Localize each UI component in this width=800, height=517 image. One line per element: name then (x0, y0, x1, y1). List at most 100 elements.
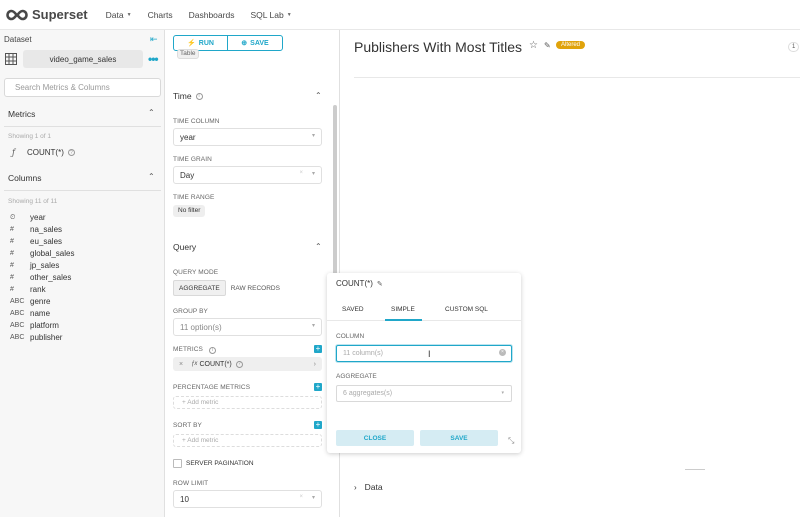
columns-section-title[interactable]: Columns (8, 173, 42, 183)
popover-tabs: SAVED SIMPLE CUSTOM SQL (327, 299, 521, 321)
divider (4, 190, 161, 191)
collapse-panel-icon[interactable]: ⇤ (150, 34, 158, 45)
edit-icon[interactable]: ✎ (544, 41, 551, 50)
add-percentage-metric-plus-icon[interactable]: + (314, 383, 322, 391)
nav-sqllab-menu[interactable]: SQL Lab ▼ (250, 10, 291, 20)
column-name: genre (30, 297, 51, 306)
column-item-na-sales[interactable]: # na_sales (10, 225, 62, 234)
pencil-icon[interactable]: ✎ (377, 280, 383, 288)
time-column-select[interactable]: year ▾ (173, 128, 322, 146)
column-name: rank (30, 285, 46, 294)
row-limit-select[interactable]: 10 × ▾ (173, 490, 322, 508)
nav-charts[interactable]: Charts (148, 10, 173, 20)
altered-status-badge[interactable]: Altered (556, 41, 586, 49)
nav-dashboards-label: Dashboards (188, 9, 235, 20)
star-icon[interactable]: ☆ (529, 40, 538, 51)
add-metric-placeholder: Add metric (187, 437, 219, 444)
data-panel-toggle[interactable]: › Data (354, 482, 383, 492)
column-name: jp_sales (30, 261, 60, 270)
add-sort-plus-icon[interactable]: + (314, 421, 322, 429)
column-item-other-sales[interactable]: # other_sales (10, 273, 71, 282)
aggregate-select[interactable]: 6 aggregates(s) ▾ (336, 385, 512, 402)
tab-saved[interactable]: SAVED (342, 306, 364, 313)
column-select[interactable]: 11 column(s) × (336, 345, 512, 362)
tab-simple[interactable]: SIMPLE (391, 306, 415, 313)
clock-icon: ⏲ (10, 213, 16, 221)
chevron-up-icon[interactable]: ⌃ (315, 91, 322, 100)
panel-resize-handle[interactable] (685, 469, 705, 471)
run-button[interactable]: ⚡ RUN (174, 36, 228, 50)
viz-type-tag[interactable]: Table (177, 49, 199, 59)
group-by-select[interactable]: 11 option(s) ▾ (173, 318, 322, 336)
time-column-value: year (180, 133, 196, 142)
clear-icon[interactable]: × (299, 170, 303, 176)
server-pagination-row[interactable]: SERVER PAGINATION (173, 459, 254, 468)
metrics-section-title[interactable]: Metrics (8, 109, 35, 119)
aggregate-mode-button[interactable]: AGGREGATE (173, 280, 226, 296)
column-label: COLUMN (336, 333, 365, 340)
clear-icon[interactable]: × (299, 494, 303, 500)
group-by-placeholder: 11 option(s) (180, 323, 222, 332)
chevron-up-icon[interactable]: ⌃ (315, 242, 322, 251)
column-item-year[interactable]: ⏲ year (10, 213, 46, 222)
header-divider (354, 77, 800, 78)
add-metric-plus-icon[interactable]: + (314, 345, 322, 353)
string-type-icon: ABC (10, 322, 25, 329)
chevron-up-icon[interactable]: ⌃ (148, 172, 155, 181)
group-by-label: GROUP BY (173, 308, 208, 315)
column-item-platform[interactable]: ABC platform (10, 321, 59, 330)
sort-by-drop-zone[interactable]: + Add metric (173, 434, 322, 447)
top-navbar: Superset Data ▼ Charts Dashboards SQL La… (0, 0, 800, 30)
divider (4, 126, 161, 127)
column-item-eu-sales[interactable]: # eu_sales (10, 237, 62, 246)
row-count-badge: 1 (788, 42, 800, 52)
column-name: na_sales (30, 225, 63, 234)
table-grid-icon (5, 53, 17, 65)
numeric-type-icon: # (10, 286, 14, 293)
query-section-header[interactable]: Query (173, 242, 196, 252)
numeric-type-icon: # (10, 250, 14, 257)
time-column-label: TIME COLUMN (173, 118, 220, 125)
numeric-type-icon: # (10, 226, 14, 233)
save-button[interactable]: ⊕ SAVE (228, 36, 282, 50)
question-circle-icon[interactable]: ? (67, 149, 75, 156)
superset-logo[interactable]: Superset (6, 7, 88, 22)
time-range-tag[interactable]: No filter (173, 205, 206, 217)
popover-title[interactable]: COUNT(*) ✎ (336, 279, 383, 288)
time-section-header[interactable]: Time i (173, 91, 203, 101)
resize-icon[interactable]: ⤡ (508, 436, 514, 446)
superset-logo-icon (6, 9, 28, 20)
time-range-label: TIME RANGE (173, 194, 215, 201)
control-panel-scrollbar[interactable] (333, 105, 337, 300)
server-pagination-checkbox[interactable] (173, 459, 182, 468)
popover-save-button[interactable]: SAVE (420, 430, 498, 446)
numeric-type-icon: # (10, 274, 14, 281)
time-grain-select[interactable]: Day × ▾ (173, 166, 322, 184)
nav-dashboards[interactable]: Dashboards (189, 10, 235, 20)
data-panel-label: Data (364, 482, 383, 492)
close-button[interactable]: CLOSE (336, 430, 414, 446)
column-item-jp-sales[interactable]: # jp_sales (10, 261, 59, 270)
nav-sqllab-label: SQL Lab (250, 9, 284, 20)
column-item-global-sales[interactable]: # global_sales (10, 249, 74, 258)
tab-custom-sql[interactable]: CUSTOM SQL (445, 306, 488, 313)
column-item-name[interactable]: ABC name (10, 309, 50, 318)
chart-title[interactable]: Publishers With Most Titles (354, 39, 522, 55)
remove-icon[interactable]: × (179, 361, 183, 368)
selected-metric-pill[interactable]: × ƒx COUNT(*) ? › (173, 357, 322, 371)
more-options-icon[interactable]: ••• (148, 52, 159, 66)
chevron-up-icon[interactable]: ⌃ (148, 108, 155, 117)
dataset-name[interactable]: video_game_sales (23, 50, 143, 68)
active-tab-indicator (385, 319, 422, 321)
metric-item[interactable]: ƒ COUNT(*) ? (12, 148, 75, 157)
clear-icon[interactable]: × (499, 349, 506, 356)
column-item-publisher[interactable]: ABC publisher (10, 333, 62, 342)
save-label: SAVE (250, 39, 269, 47)
raw-records-mode-button[interactable]: RAW RECORDS (226, 280, 285, 296)
metrics-columns-search-input[interactable]: Search Metrics & Columns (4, 78, 161, 97)
column-item-genre[interactable]: ABC genre (10, 297, 50, 306)
numeric-type-icon: # (10, 238, 14, 245)
percentage-metrics-drop-zone[interactable]: + Add metric (173, 396, 322, 409)
column-item-rank[interactable]: # rank (10, 285, 46, 294)
nav-data-menu[interactable]: Data ▼ (106, 10, 132, 20)
